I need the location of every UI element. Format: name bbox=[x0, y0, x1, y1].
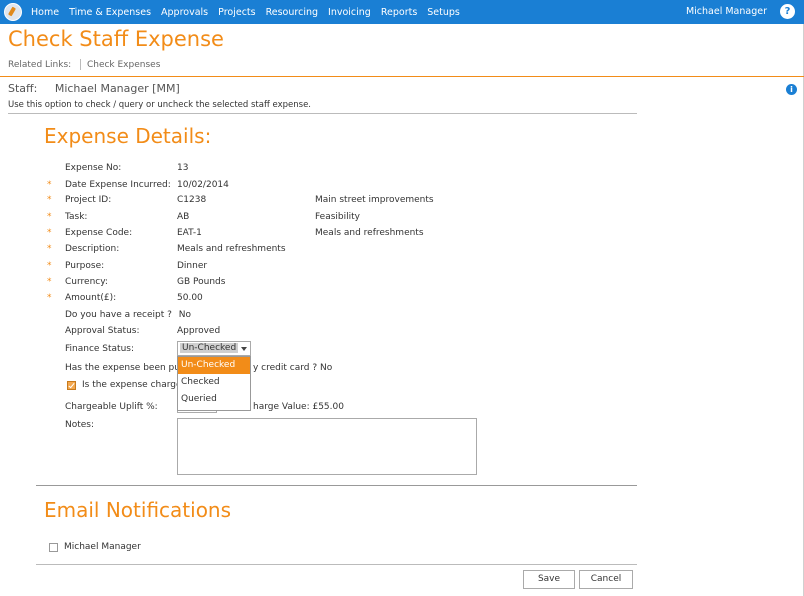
task-value: AB bbox=[177, 212, 190, 222]
purchased-label: Has the expense been purch bbox=[65, 363, 195, 373]
section-divider bbox=[36, 485, 637, 486]
save-button[interactable]: Save bbox=[523, 570, 575, 589]
receipt-value: No bbox=[178, 310, 192, 320]
instructions-text: Use this option to check / query or unch… bbox=[8, 100, 312, 110]
purpose-label: Purpose: bbox=[65, 261, 105, 271]
expense-code-value: EAT-1 bbox=[177, 228, 202, 238]
expense-no-value: 13 bbox=[177, 163, 189, 173]
expense-code-label: Expense Code: bbox=[65, 228, 133, 238]
footer-divider bbox=[36, 564, 637, 565]
email-notifications-title: Email Notifications bbox=[44, 498, 232, 522]
related-links-divider bbox=[80, 59, 82, 70]
user-menu[interactable]: Michael Manager bbox=[686, 6, 767, 17]
check-expenses-link[interactable]: Check Expenses bbox=[87, 60, 160, 70]
charge-value: harge Value: £55.00 bbox=[253, 402, 344, 412]
amount-value: 50.00 bbox=[177, 293, 203, 303]
cancel-button[interactable]: Cancel bbox=[579, 570, 633, 589]
section-divider bbox=[8, 113, 637, 114]
option-un-checked[interactable]: Un-Checked bbox=[178, 357, 250, 374]
description-label: Description: bbox=[65, 244, 120, 254]
email-recipient-checkbox[interactable] bbox=[49, 543, 58, 552]
uplift-label: Chargeable Uplift %: bbox=[65, 402, 158, 412]
required-marker: * bbox=[47, 244, 52, 254]
nav-invoicing[interactable]: Invoicing bbox=[328, 7, 371, 18]
required-marker: * bbox=[47, 277, 52, 287]
info-icon[interactable]: i bbox=[786, 84, 797, 95]
option-checked[interactable]: Checked bbox=[178, 374, 250, 391]
required-marker: * bbox=[47, 228, 52, 238]
required-marker: * bbox=[47, 195, 52, 205]
nav-resourcing[interactable]: Resourcing bbox=[266, 7, 318, 18]
required-marker: * bbox=[47, 293, 52, 303]
project-description: Main street improvements bbox=[315, 195, 434, 205]
nav-reports[interactable]: Reports bbox=[381, 7, 417, 18]
expense-code-description: Meals and refreshments bbox=[315, 228, 424, 238]
nav-home[interactable]: Home bbox=[31, 7, 59, 18]
amount-label: Amount(£): bbox=[65, 293, 117, 303]
finance-status-label: Finance Status: bbox=[65, 344, 135, 354]
required-marker: * bbox=[47, 212, 52, 222]
project-id-label: Project ID: bbox=[65, 195, 112, 205]
notes-label: Notes: bbox=[65, 420, 95, 430]
nav-time-expenses[interactable]: Time & Expenses bbox=[69, 7, 151, 18]
currency-value: GB Pounds bbox=[177, 277, 226, 287]
nav-projects[interactable]: Projects bbox=[218, 7, 255, 18]
nav-setups[interactable]: Setups bbox=[427, 7, 460, 18]
purchased-suffix: y credit card ? No bbox=[253, 363, 333, 373]
expense-no-label: Expense No: bbox=[65, 163, 122, 173]
description-value: Meals and refreshments bbox=[177, 244, 286, 254]
date-label: Date Expense Incurred: bbox=[65, 180, 171, 190]
receipt-label: Do you have a receipt ? bbox=[65, 310, 172, 320]
approval-status-label: Approval Status: bbox=[65, 326, 140, 336]
required-marker: * bbox=[47, 261, 52, 271]
staff-value: Michael Manager [MM] bbox=[54, 82, 180, 95]
chargeable-checkbox[interactable] bbox=[67, 381, 76, 390]
help-icon[interactable]: ? bbox=[780, 4, 795, 19]
finance-status-selected: Un-Checked bbox=[180, 343, 239, 353]
main-nav: Home Time & Expenses Approvals Projects … bbox=[31, 0, 470, 24]
approval-status-value: Approved bbox=[177, 326, 221, 336]
project-id-value: C1238 bbox=[177, 195, 207, 205]
date-value: 10/02/2014 bbox=[177, 180, 229, 190]
task-label: Task: bbox=[65, 212, 88, 222]
notes-textarea[interactable] bbox=[177, 418, 477, 475]
option-queried[interactable]: Queried bbox=[178, 391, 250, 408]
receipt-row: Do you have a receipt ? No bbox=[65, 310, 191, 320]
page-title: Check Staff Expense bbox=[8, 27, 224, 51]
currency-label: Currency: bbox=[65, 277, 108, 287]
related-links: Related Links: Check Expenses bbox=[8, 59, 160, 70]
top-nav-bar: Home Time & Expenses Approvals Projects … bbox=[0, 0, 804, 24]
nav-approvals[interactable]: Approvals bbox=[161, 7, 208, 18]
purpose-value: Dinner bbox=[177, 261, 208, 271]
related-links-label: Related Links: bbox=[8, 60, 72, 70]
task-description: Feasibility bbox=[315, 212, 360, 222]
finance-status-dropdown: Un-Checked Checked Queried bbox=[177, 356, 251, 411]
expense-details-title: Expense Details: bbox=[44, 124, 212, 148]
chevron-down-icon bbox=[241, 347, 247, 351]
staff-row: Staff: Michael Manager [MM] bbox=[8, 82, 180, 95]
finance-status-select[interactable]: Un-Checked bbox=[177, 341, 251, 356]
required-marker: * bbox=[47, 180, 52, 190]
staff-label: Staff: bbox=[8, 82, 38, 95]
app-logo-icon[interactable] bbox=[4, 3, 22, 21]
email-recipient-label: Michael Manager bbox=[64, 542, 141, 552]
header-divider bbox=[0, 76, 804, 77]
